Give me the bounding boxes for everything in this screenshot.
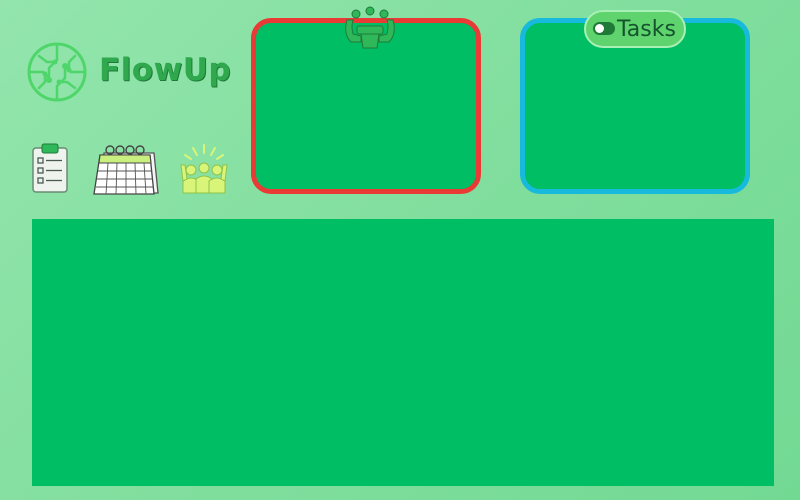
main-content-area[interactable] bbox=[32, 219, 774, 486]
team-meeting-icon bbox=[345, 6, 395, 49]
app-logo: FlowUp bbox=[25, 40, 231, 104]
team-celebration-icon[interactable] bbox=[178, 143, 230, 195]
calendar-icon[interactable] bbox=[90, 143, 160, 196]
toggle-icon[interactable] bbox=[593, 22, 615, 35]
app-name: FlowUp bbox=[99, 52, 232, 88]
circuit-brain-icon bbox=[27, 42, 87, 102]
toggle-knob bbox=[595, 24, 604, 33]
checklist-icon[interactable] bbox=[31, 143, 69, 193]
tasks-tab[interactable]: Tasks bbox=[584, 10, 686, 48]
tasks-label: Tasks bbox=[617, 17, 676, 42]
